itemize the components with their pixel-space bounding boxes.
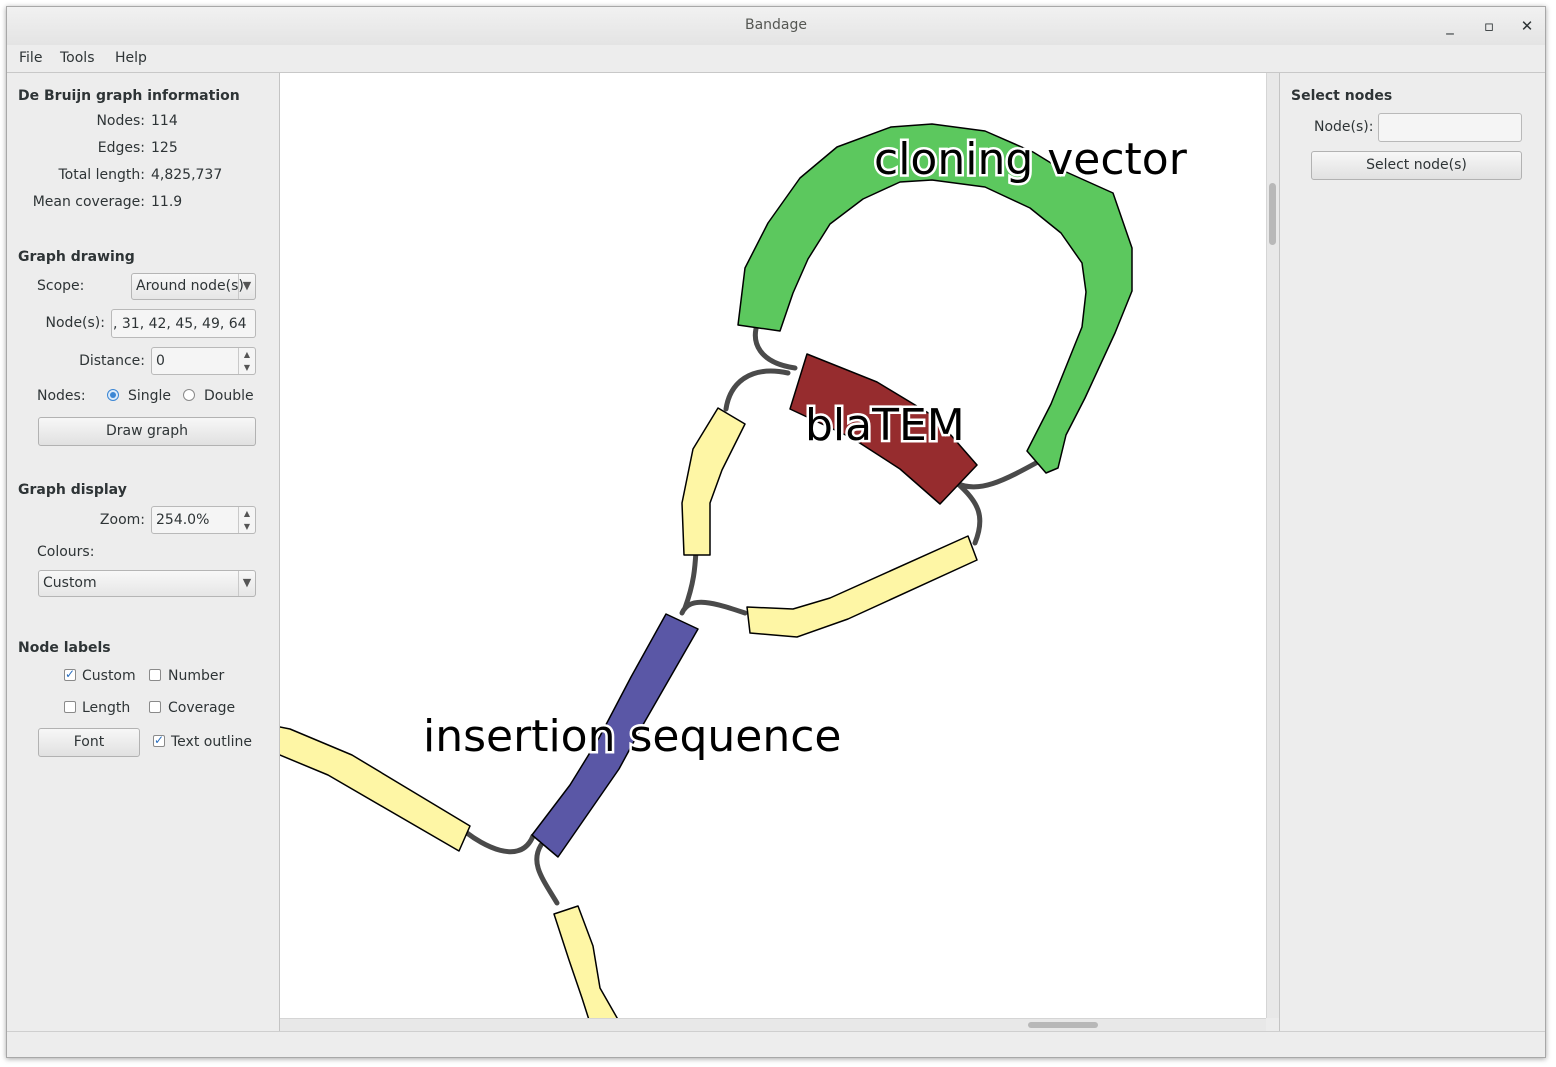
- length-checkbox[interactable]: [64, 701, 76, 713]
- graph-info-title: De Bruijn graph information: [18, 88, 240, 104]
- edges-count-label: Edges:: [97, 140, 145, 156]
- close-icon[interactable]: ✕: [1516, 15, 1538, 37]
- cloning-vector-label: cloning vector: [874, 134, 1188, 185]
- insertion-sequence-label: insertion sequence: [423, 711, 842, 762]
- graph-edge: [723, 368, 791, 412]
- scope-select[interactable]: Around node(s) ▼: [131, 273, 256, 300]
- distance-label: Distance:: [79, 353, 145, 369]
- title-bar: Bandage _ ▫ ✕: [7, 7, 1545, 46]
- edges-count-value: 125: [151, 140, 178, 156]
- menu-file[interactable]: File: [19, 50, 42, 66]
- select-nodes-button[interactable]: Select node(s): [1311, 151, 1522, 180]
- scope-select-value: Around node(s): [136, 278, 244, 294]
- nodes-count-value: 114: [151, 113, 178, 129]
- number-checkbox-label: Number: [168, 668, 225, 684]
- bandage-window: Bandage _ ▫ ✕ File Tools Help De Bruijn …: [6, 6, 1546, 1058]
- node-style-label: Nodes:: [37, 388, 86, 404]
- total-length-label: Total length:: [58, 167, 146, 183]
- number-checkbox[interactable]: [149, 669, 161, 681]
- select-nodes-input[interactable]: [1378, 113, 1522, 142]
- window-title: Bandage: [744, 17, 808, 33]
- mean-coverage-label: Mean coverage:: [32, 194, 145, 210]
- graph-edge: [682, 548, 699, 611]
- horizontal-scrollbar[interactable]: [280, 1018, 1266, 1032]
- menu-help[interactable]: Help: [115, 50, 147, 66]
- maximize-icon[interactable]: ▫: [1478, 15, 1500, 37]
- graph-edge: [679, 599, 748, 616]
- contig-node[interactable]: [746, 535, 978, 638]
- select-nodes-title: Select nodes: [1291, 88, 1393, 104]
- nodes-input-label: Node(s):: [45, 315, 105, 331]
- text-outline-checkbox-label: Text outline: [171, 734, 252, 750]
- menu-tools[interactable]: Tools: [60, 50, 95, 66]
- minimize-icon[interactable]: _: [1439, 15, 1461, 37]
- nodes-input-value: , 31, 42, 45, 49, 64: [113, 316, 247, 332]
- colours-select-value: Custom: [43, 575, 97, 591]
- coverage-checkbox-label: Coverage: [168, 700, 236, 716]
- distance-value: 0: [156, 353, 165, 369]
- contig-node[interactable]: [681, 407, 746, 556]
- mean-coverage-value: 11.9: [151, 194, 183, 210]
- single-radio-label: Single: [128, 388, 172, 404]
- right-control-panel: Select nodes Node(s): Select node(s): [1279, 73, 1545, 1033]
- draw-graph-button[interactable]: Draw graph: [38, 417, 256, 446]
- nodes-input[interactable]: , 31, 42, 45, 49, 64: [111, 309, 256, 338]
- scope-label: Scope:: [37, 278, 85, 294]
- blatem-label: blaTEM: [805, 400, 965, 451]
- colours-select[interactable]: Custom ▼: [38, 570, 256, 597]
- coverage-checkbox[interactable]: [149, 701, 161, 713]
- graph-nodes: [280, 123, 1133, 1018]
- node-labels-title: Node labels: [18, 640, 111, 656]
- double-radio[interactable]: [183, 389, 195, 401]
- custom-checkbox[interactable]: ✓: [64, 668, 76, 681]
- total-length-value: 4,825,737: [151, 167, 223, 183]
- spin-arrows-icon[interactable]: ▲ ▼: [238, 507, 255, 533]
- nodes-count-label: Nodes:: [96, 113, 145, 129]
- left-control-panel: De Bruijn graph information Nodes: 114 E…: [7, 73, 280, 1033]
- font-button[interactable]: Font: [38, 728, 140, 757]
- contig-node[interactable]: [553, 905, 620, 1018]
- distance-spinbox[interactable]: 0 ▲ ▼: [151, 347, 256, 375]
- zoom-spinbox[interactable]: 254.0% ▲ ▼: [151, 506, 256, 534]
- status-bar: [7, 1031, 1545, 1057]
- spin-arrows-icon[interactable]: ▲ ▼: [238, 348, 255, 374]
- chevron-down-icon: ▼: [238, 571, 255, 596]
- length-checkbox-label: Length: [82, 700, 131, 716]
- graph-edge: [464, 830, 536, 855]
- graph-drawing-title: Graph drawing: [18, 249, 135, 265]
- graph-canvas[interactable]: cloning vector blaTEM insertion sequence: [280, 73, 1266, 1018]
- vertical-scrollbar[interactable]: [1266, 73, 1279, 1018]
- menu-bar: File Tools Help: [7, 45, 1545, 73]
- horizontal-scroll-thumb[interactable]: [1028, 1022, 1098, 1028]
- graph-svg[interactable]: cloning vector blaTEM insertion sequence: [280, 73, 1266, 1018]
- graph-edge: [954, 480, 983, 546]
- text-outline-checkbox[interactable]: ✓: [153, 734, 165, 747]
- select-nodes-label: Node(s):: [1314, 119, 1374, 135]
- zoom-label: Zoom:: [99, 512, 145, 528]
- vertical-scroll-thumb[interactable]: [1269, 183, 1276, 245]
- custom-checkbox-label: Custom: [82, 668, 136, 684]
- double-radio-label: Double: [204, 388, 254, 404]
- single-radio[interactable]: [107, 389, 119, 401]
- zoom-value: 254.0%: [156, 512, 210, 528]
- colours-label: Colours:: [37, 544, 95, 560]
- chevron-down-icon: ▼: [238, 274, 255, 299]
- graph-display-title: Graph display: [18, 482, 127, 498]
